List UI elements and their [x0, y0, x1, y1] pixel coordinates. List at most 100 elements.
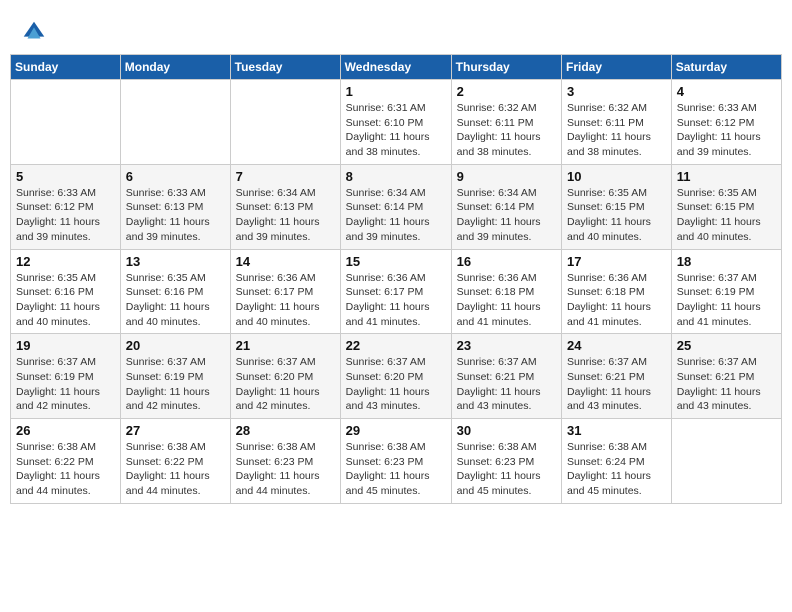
- day-info: Sunrise: 6:35 AM Sunset: 6:15 PM Dayligh…: [677, 186, 776, 245]
- day-number: 4: [677, 84, 776, 99]
- day-number: 22: [346, 338, 446, 353]
- day-info: Sunrise: 6:38 AM Sunset: 6:23 PM Dayligh…: [236, 440, 335, 499]
- day-info: Sunrise: 6:34 AM Sunset: 6:14 PM Dayligh…: [457, 186, 556, 245]
- day-info: Sunrise: 6:38 AM Sunset: 6:22 PM Dayligh…: [126, 440, 225, 499]
- calendar-cell: 7Sunrise: 6:34 AM Sunset: 6:13 PM Daylig…: [230, 164, 340, 249]
- day-info: Sunrise: 6:37 AM Sunset: 6:19 PM Dayligh…: [126, 355, 225, 414]
- day-number: 19: [16, 338, 115, 353]
- calendar-cell: 20 Sunrise: 6:37 AM Sunset: 6:19 PM Dayli…: [120, 334, 230, 419]
- calendar-cell: 17Sunrise: 6:36 AM Sunset: 6:18 PM Dayli…: [562, 249, 672, 334]
- day-info: Sunrise: 6:37 AM Sunset: 6:20 PM Dayligh…: [236, 355, 335, 414]
- day-info: Sunrise: 6:34 AM Sunset: 6:13 PM Dayligh…: [236, 186, 335, 245]
- day-info: Sunrise: 6:35 AM Sunset: 6:15 PM Dayligh…: [567, 186, 666, 245]
- calendar-week-1: 1Sunrise: 6:31 AM Sunset: 6:10 PM Daylig…: [11, 80, 782, 165]
- header-wednesday: Wednesday: [340, 55, 451, 80]
- header-friday: Friday: [562, 55, 672, 80]
- calendar-cell: 10 Sunrise: 6:35 AM Sunset: 6:15 PM Dayli…: [562, 164, 672, 249]
- day-info: Sunrise: 6:37 AM Sunset: 6:19 PM Dayligh…: [16, 355, 115, 414]
- calendar-table: SundayMondayTuesdayWednesdayThursdayFrid…: [10, 54, 782, 504]
- day-number: 12: [16, 254, 115, 269]
- calendar-week-2: 5 Sunrise: 6:33 AM Sunset: 6:12 PM Daylig…: [11, 164, 782, 249]
- day-number: 13: [126, 254, 225, 269]
- day-number: 5: [16, 169, 115, 184]
- day-info: Sunrise: 6:37 AM Sunset: 6:21 PM Dayligh…: [457, 355, 556, 414]
- calendar-cell: 22 Sunrise: 6:37 AM Sunset: 6:20 PM Dayli…: [340, 334, 451, 419]
- calendar-cell: 1Sunrise: 6:31 AM Sunset: 6:10 PM Daylig…: [340, 80, 451, 165]
- day-info: Sunrise: 6:32 AM Sunset: 6:11 PM Dayligh…: [457, 101, 556, 160]
- page-header: [10, 10, 782, 50]
- day-info: Sunrise: 6:38 AM Sunset: 6:23 PM Dayligh…: [457, 440, 556, 499]
- calendar-cell: 21 Sunrise: 6:37 AM Sunset: 6:20 PM Dayli…: [230, 334, 340, 419]
- calendar-cell: 12 Sunrise: 6:35 AM Sunset: 6:16 PM Dayli…: [11, 249, 121, 334]
- day-number: 14: [236, 254, 335, 269]
- day-number: 10: [567, 169, 666, 184]
- day-number: 2: [457, 84, 556, 99]
- calendar-cell: 11 Sunrise: 6:35 AM Sunset: 6:15 PM Dayli…: [671, 164, 781, 249]
- day-info: Sunrise: 6:37 AM Sunset: 6:21 PM Dayligh…: [677, 355, 776, 414]
- calendar-cell: 26 Sunrise: 6:38 AM Sunset: 6:22 PM Dayli…: [11, 419, 121, 504]
- day-number: 28: [236, 423, 335, 438]
- calendar-cell: 13 Sunrise: 6:35 AM Sunset: 6:16 PM Dayli…: [120, 249, 230, 334]
- day-number: 29: [346, 423, 446, 438]
- calendar-cell: 18Sunrise: 6:37 AM Sunset: 6:19 PM Dayli…: [671, 249, 781, 334]
- day-info: Sunrise: 6:38 AM Sunset: 6:24 PM Dayligh…: [567, 440, 666, 499]
- day-info: Sunrise: 6:36 AM Sunset: 6:17 PM Dayligh…: [236, 271, 335, 330]
- calendar-cell: 31 Sunrise: 6:38 AM Sunset: 6:24 PM Dayli…: [562, 419, 672, 504]
- day-info: Sunrise: 6:38 AM Sunset: 6:22 PM Dayligh…: [16, 440, 115, 499]
- calendar-cell: 30 Sunrise: 6:38 AM Sunset: 6:23 PM Dayli…: [451, 419, 561, 504]
- calendar-cell: 3Sunrise: 6:32 AM Sunset: 6:11 PM Daylig…: [562, 80, 672, 165]
- calendar-cell: 2 Sunrise: 6:32 AM Sunset: 6:11 PM Daylig…: [451, 80, 561, 165]
- day-info: Sunrise: 6:37 AM Sunset: 6:20 PM Dayligh…: [346, 355, 446, 414]
- day-number: 1: [346, 84, 446, 99]
- day-number: 25: [677, 338, 776, 353]
- day-number: 9: [457, 169, 556, 184]
- day-info: Sunrise: 6:33 AM Sunset: 6:12 PM Dayligh…: [677, 101, 776, 160]
- day-info: Sunrise: 6:36 AM Sunset: 6:18 PM Dayligh…: [567, 271, 666, 330]
- calendar-cell: [671, 419, 781, 504]
- day-info: Sunrise: 6:36 AM Sunset: 6:17 PM Dayligh…: [346, 271, 446, 330]
- calendar-cell: 19 Sunrise: 6:37 AM Sunset: 6:19 PM Dayli…: [11, 334, 121, 419]
- day-info: Sunrise: 6:35 AM Sunset: 6:16 PM Dayligh…: [126, 271, 225, 330]
- day-number: 26: [16, 423, 115, 438]
- calendar-cell: 5 Sunrise: 6:33 AM Sunset: 6:12 PM Daylig…: [11, 164, 121, 249]
- calendar-cell: 8 Sunrise: 6:34 AM Sunset: 6:14 PM Daylig…: [340, 164, 451, 249]
- header-saturday: Saturday: [671, 55, 781, 80]
- logo-icon: [20, 18, 48, 46]
- day-number: 18: [677, 254, 776, 269]
- calendar-cell: 9 Sunrise: 6:34 AM Sunset: 6:14 PM Daylig…: [451, 164, 561, 249]
- day-info: Sunrise: 6:33 AM Sunset: 6:13 PM Dayligh…: [126, 186, 225, 245]
- day-number: 31: [567, 423, 666, 438]
- header-sunday: Sunday: [11, 55, 121, 80]
- calendar-cell: 4 Sunrise: 6:33 AM Sunset: 6:12 PM Daylig…: [671, 80, 781, 165]
- calendar-week-4: 19 Sunrise: 6:37 AM Sunset: 6:19 PM Dayli…: [11, 334, 782, 419]
- day-number: 6: [126, 169, 225, 184]
- day-number: 23: [457, 338, 556, 353]
- calendar-week-3: 12 Sunrise: 6:35 AM Sunset: 6:16 PM Dayli…: [11, 249, 782, 334]
- day-number: 24: [567, 338, 666, 353]
- calendar-cell: 15 Sunrise: 6:36 AM Sunset: 6:17 PM Dayli…: [340, 249, 451, 334]
- day-number: 15: [346, 254, 446, 269]
- day-number: 11: [677, 169, 776, 184]
- calendar-cell: [230, 80, 340, 165]
- calendar-cell: [120, 80, 230, 165]
- day-info: Sunrise: 6:34 AM Sunset: 6:14 PM Dayligh…: [346, 186, 446, 245]
- day-number: 8: [346, 169, 446, 184]
- header-tuesday: Tuesday: [230, 55, 340, 80]
- calendar-header-row: SundayMondayTuesdayWednesdayThursdayFrid…: [11, 55, 782, 80]
- day-number: 30: [457, 423, 556, 438]
- header-monday: Monday: [120, 55, 230, 80]
- calendar-cell: 29 Sunrise: 6:38 AM Sunset: 6:23 PM Dayli…: [340, 419, 451, 504]
- day-number: 20: [126, 338, 225, 353]
- calendar-cell: 16Sunrise: 6:36 AM Sunset: 6:18 PM Dayli…: [451, 249, 561, 334]
- calendar-cell: 14 Sunrise: 6:36 AM Sunset: 6:17 PM Dayli…: [230, 249, 340, 334]
- calendar-cell: 25 Sunrise: 6:37 AM Sunset: 6:21 PM Dayli…: [671, 334, 781, 419]
- day-info: Sunrise: 6:35 AM Sunset: 6:16 PM Dayligh…: [16, 271, 115, 330]
- calendar-cell: 23 Sunrise: 6:37 AM Sunset: 6:21 PM Dayli…: [451, 334, 561, 419]
- day-info: Sunrise: 6:38 AM Sunset: 6:23 PM Dayligh…: [346, 440, 446, 499]
- calendar-cell: 28 Sunrise: 6:38 AM Sunset: 6:23 PM Dayli…: [230, 419, 340, 504]
- day-info: Sunrise: 6:33 AM Sunset: 6:12 PM Dayligh…: [16, 186, 115, 245]
- calendar-cell: 24Sunrise: 6:37 AM Sunset: 6:21 PM Dayli…: [562, 334, 672, 419]
- day-number: 27: [126, 423, 225, 438]
- day-number: 21: [236, 338, 335, 353]
- header-thursday: Thursday: [451, 55, 561, 80]
